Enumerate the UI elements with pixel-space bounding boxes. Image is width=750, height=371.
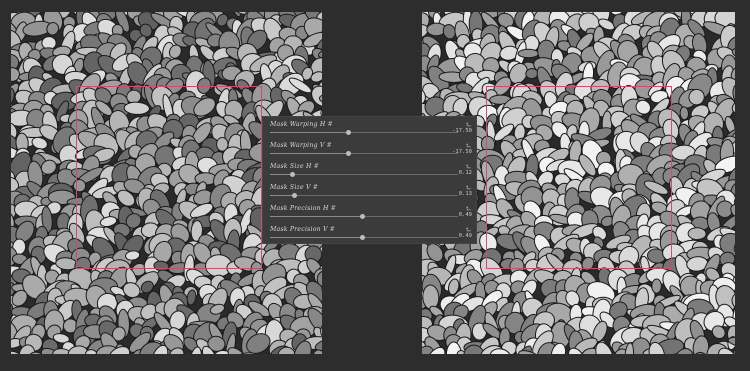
slider-track[interactable]: [270, 130, 458, 135]
slider-handle[interactable]: [359, 214, 365, 219]
slider-handle[interactable]: [290, 172, 296, 177]
param-label: Mask Warping H #: [270, 121, 333, 128]
mask-selection-left[interactable]: [76, 86, 262, 269]
param-value: -17.50: [452, 128, 472, 134]
param-label: Mask Warping V #: [270, 142, 332, 149]
reset-arrow-icon[interactable]: [466, 163, 472, 169]
slider-track[interactable]: [270, 193, 458, 198]
param-label: Mask Precision H #: [270, 205, 336, 212]
reset-arrow-icon[interactable]: [466, 142, 472, 148]
param-mask-size-v: Mask Size V # 0.13: [263, 184, 478, 206]
param-mask-size-h: Mask Size H # 0.12: [263, 163, 478, 185]
mask-selection-right[interactable]: [486, 86, 672, 269]
param-mask-precision-h: Mask Precision H # 0.49: [263, 205, 478, 227]
param-label: Mask Precision V #: [270, 226, 336, 233]
param-value: 0.13: [458, 191, 472, 197]
param-value: 0.12: [458, 170, 472, 176]
reset-arrow-icon[interactable]: [466, 205, 472, 211]
param-mask-warping-h: Mask Warping H # -17.50: [263, 121, 478, 143]
slider-track[interactable]: [270, 151, 458, 156]
slider-track[interactable]: [270, 172, 458, 177]
slider-handle[interactable]: [359, 235, 365, 240]
slider-handle[interactable]: [346, 151, 352, 156]
param-mask-warping-v: Mask Warping V # -17.50: [263, 142, 478, 164]
param-label: Mask Size V #: [270, 184, 319, 191]
reset-arrow-icon[interactable]: [466, 226, 472, 232]
slider-track[interactable]: [270, 235, 458, 240]
param-value: -17.50: [452, 149, 472, 155]
slider-track[interactable]: [270, 214, 458, 219]
reset-arrow-icon[interactable]: [466, 184, 472, 190]
mask-parameters-panel: Mask Warping H # -17.50 Mask Warping V # -…: [262, 116, 477, 244]
param-value: 0.49: [458, 233, 472, 239]
slider-handle[interactable]: [291, 193, 297, 198]
param-value: 0.49: [458, 212, 472, 218]
param-mask-precision-v: Mask Precision V # 0.49: [263, 226, 478, 248]
slider-handle[interactable]: [346, 130, 352, 135]
reset-arrow-icon[interactable]: [466, 121, 472, 127]
param-label: Mask Size H #: [270, 163, 320, 170]
